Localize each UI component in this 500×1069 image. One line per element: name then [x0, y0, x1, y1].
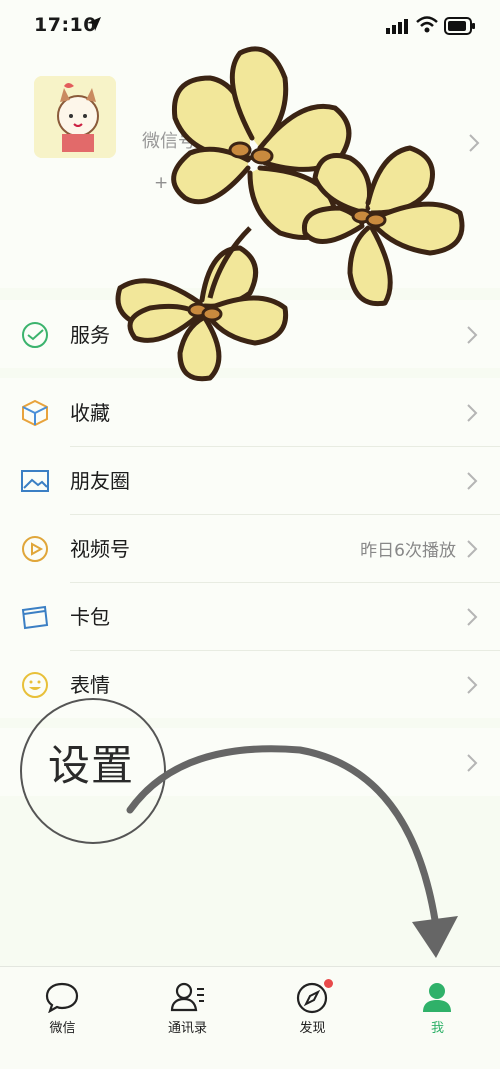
menu-item-favorites[interactable]: 收藏: [0, 378, 500, 446]
person-icon: [423, 983, 451, 1012]
menu-item-moments[interactable]: 朋友圈: [0, 446, 500, 514]
notification-dot: [324, 979, 333, 988]
wifi-icon: [416, 16, 438, 33]
channels-play-icon: [22, 536, 48, 562]
chevron-right-icon: [467, 676, 478, 694]
menu-label: 卡包: [70, 605, 110, 629]
tab-label: 发现: [299, 1021, 326, 1036]
menu-label: 收藏: [70, 401, 110, 425]
cellular-signal-icon: [386, 19, 408, 34]
location-arrow-icon: [87, 17, 101, 31]
flower-sticker-overlay: [115, 46, 465, 382]
menu-item-channels[interactable]: 视频号 昨日6次播放: [0, 514, 500, 582]
tab-contacts[interactable]: 通讯录: [125, 967, 250, 1047]
favorites-cube-icon: [22, 399, 48, 427]
card-wallet-icon: [21, 605, 49, 630]
chevron-right-icon: [467, 754, 478, 772]
tab-label: 通讯录: [167, 1021, 207, 1036]
chat-bubble-icon: [45, 982, 79, 1013]
tab-me[interactable]: 我: [375, 967, 500, 1047]
tab-label: 我: [430, 1021, 444, 1036]
chevron-right-icon: [467, 540, 478, 558]
menu-item-cards[interactable]: 卡包: [0, 582, 500, 650]
contacts-icon: [170, 982, 204, 1012]
chevron-right-icon: [467, 608, 478, 626]
menu-group-main: 收藏 朋友圈 视频号 昨日6次播放 卡包 表情: [0, 378, 500, 718]
smiley-icon: [22, 672, 48, 698]
channels-views-value: 昨日6次播放: [360, 541, 456, 561]
chevron-right-icon: [467, 404, 478, 422]
annotation-arrow: [126, 745, 458, 958]
bottom-tab-bar: 微信 通讯录 发现 我: [0, 966, 500, 1069]
services-icon: [22, 322, 48, 348]
tab-discover[interactable]: 发现: [250, 967, 375, 1047]
chevron-right-icon: [467, 472, 478, 490]
battery-icon: [444, 17, 475, 35]
menu-label: 视频号: [70, 537, 130, 561]
tab-label: 微信: [49, 1021, 76, 1036]
menu-label: 朋友圈: [70, 469, 130, 493]
menu-label: 表情: [70, 673, 110, 697]
tab-chats[interactable]: 微信: [0, 967, 125, 1047]
moments-image-icon: [21, 470, 49, 492]
